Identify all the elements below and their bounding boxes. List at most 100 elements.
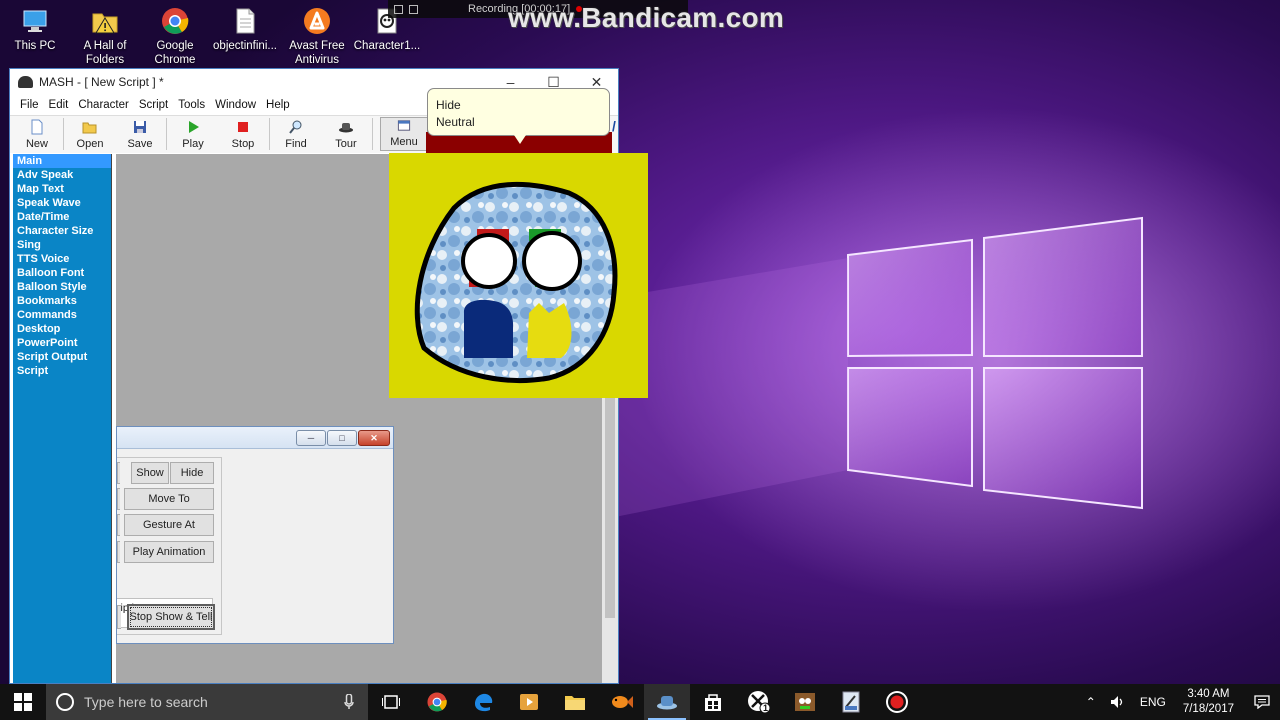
show-button[interactable]: Show <box>131 462 169 484</box>
menu-file[interactable]: File <box>15 99 44 111</box>
menu-button[interactable]: Menu <box>380 117 428 151</box>
menu-help[interactable]: Help <box>261 99 295 111</box>
volume-icon[interactable] <box>1103 695 1133 709</box>
dialog-titlebar[interactable]: ─ □ ✕ <box>117 427 393 449</box>
partial-button[interactable] <box>117 514 120 536</box>
desktop-icon-label: Avast Free Antivirus <box>289 40 345 66</box>
dialog-close-button[interactable]: ✕ <box>358 430 390 446</box>
partial-button[interactable] <box>117 605 121 629</box>
menu-window-icon <box>397 120 411 131</box>
taskbar-chrome[interactable] <box>414 684 460 720</box>
sidebar-item-commands[interactable]: Commands <box>13 308 111 322</box>
taskbar-store[interactable] <box>690 684 736 720</box>
play-button[interactable]: Play <box>168 116 218 152</box>
tour-hat-icon <box>339 123 353 133</box>
new-button[interactable]: New <box>12 116 62 152</box>
show-hidden-icons-button[interactable]: ⌃ <box>1079 695 1103 709</box>
avast-icon <box>304 8 330 34</box>
hide-button[interactable]: Hide <box>170 462 214 484</box>
sidebar-item-script-output[interactable]: Script Output <box>13 350 111 364</box>
sidebar-item-character-size[interactable]: Character Size <box>13 224 111 238</box>
save-label: Save <box>127 138 153 150</box>
taskbar-file-explorer[interactable] <box>552 684 598 720</box>
partial-button[interactable] <box>117 541 120 563</box>
partial-button[interactable] <box>117 488 120 510</box>
search-placeholder: Type here to search <box>84 694 208 710</box>
open-folder-icon <box>82 122 97 134</box>
task-view-icon <box>382 695 400 709</box>
sidebar-item-balloon-style[interactable]: Balloon Style <box>13 280 111 294</box>
taskbar: Type here to search 1 ⌃ ENG 3:40 AM 7/18… <box>0 684 1280 720</box>
desktop-icon-objectinfini[interactable]: objectinfini... <box>208 6 282 53</box>
desktop-icon-google-chrome[interactable]: Google Chrome <box>138 6 212 67</box>
desktop-icon-label: objectinfini... <box>213 40 277 52</box>
action-center-button[interactable] <box>1244 695 1280 709</box>
microphone-icon[interactable] <box>340 693 358 711</box>
sidebar-item-bookmarks[interactable]: Bookmarks <box>13 294 111 308</box>
sidebar-item-map-text[interactable]: Map Text <box>13 182 111 196</box>
taskbar-edge[interactable] <box>460 684 506 720</box>
store-bag-icon <box>705 694 721 711</box>
sidebar-item-tts-voice[interactable]: TTS Voice <box>13 252 111 266</box>
dialog-maximize-button[interactable]: □ <box>327 430 357 446</box>
desktop-icon-hall-of-folders[interactable]: A Hall of Folders <box>68 6 142 67</box>
partial-icon: / <box>612 118 616 134</box>
sidebar-item-speak-wave[interactable]: Speak Wave <box>13 196 111 210</box>
find-label: Find <box>285 138 307 150</box>
sidebar-item-main[interactable]: Main <box>13 154 111 168</box>
window-mode-icon[interactable] <box>394 4 403 14</box>
stop-show-tell-button[interactable]: Stop Show & Tell <box>127 604 215 630</box>
language-indicator[interactable]: ENG <box>1133 695 1173 709</box>
play-icon <box>189 121 199 133</box>
taskbar-fish-app[interactable] <box>598 684 644 720</box>
clock-date: 7/18/2017 <box>1182 703 1234 715</box>
stop-button[interactable]: Stop <box>218 116 268 152</box>
menu-label: Menu <box>390 136 418 148</box>
menu-tools[interactable]: Tools <box>173 99 210 111</box>
clock[interactable]: 3:40 AM 7/18/2017 <box>1173 687 1244 717</box>
taskbar-xbox[interactable]: 1 <box>736 684 782 720</box>
desktop-icon-avast[interactable]: Avast Free Antivirus <box>280 6 354 67</box>
sidebar-item-balloon-font[interactable]: Balloon Font <box>13 266 111 280</box>
clock-time: 3:40 AM <box>1187 688 1230 700</box>
taskbar-character-app[interactable] <box>782 684 828 720</box>
tour-label: Tour <box>335 138 357 150</box>
dialog-minimize-button[interactable]: ─ <box>296 430 326 446</box>
new-file-icon <box>31 119 43 135</box>
task-view-button[interactable] <box>368 684 414 720</box>
menu-character[interactable]: Character <box>73 99 134 111</box>
find-button[interactable]: Find <box>271 116 321 152</box>
editor-app-icon <box>842 691 860 713</box>
taskbar-mash[interactable] <box>644 684 690 720</box>
start-button[interactable] <box>0 684 46 720</box>
taskbar-media-player[interactable] <box>506 684 552 720</box>
agent-character[interactable] <box>389 153 648 398</box>
menu-script[interactable]: Script <box>134 99 173 111</box>
menu-window[interactable]: Window <box>210 99 261 111</box>
save-button[interactable]: Save <box>115 116 165 152</box>
save-disk-icon <box>134 121 146 133</box>
sidebar-item-script[interactable]: Script <box>13 364 111 378</box>
desktop-icon-this-pc[interactable]: This PC <box>0 6 72 53</box>
gesture-at-button[interactable]: Gesture At <box>124 514 214 536</box>
partial-button[interactable] <box>117 462 120 484</box>
taskbar-editor-app[interactable] <box>828 684 874 720</box>
desktop-icon-label: A Hall of Folders <box>83 40 127 66</box>
tour-button[interactable]: Tour <box>321 116 371 152</box>
balloon-line-1: Hide <box>436 98 461 112</box>
menu-edit[interactable]: Edit <box>44 99 74 111</box>
media-player-icon <box>520 694 538 710</box>
sidebar-item-sing[interactable]: Sing <box>13 238 111 252</box>
fullscreen-mode-icon[interactable] <box>409 4 418 14</box>
play-animation-button[interactable]: Play Animation <box>124 541 214 563</box>
open-button[interactable]: Open <box>65 116 115 152</box>
sidebar-item-powerpoint[interactable]: PowerPoint <box>13 336 111 350</box>
taskbar-bandicam[interactable] <box>874 684 920 720</box>
sidebar-item-adv-speak[interactable]: Adv Speak <box>13 168 111 182</box>
ball-character-drawing <box>414 181 618 383</box>
show-tell-dialog: ─ □ ✕ Show Hide Move To Gesture At Play … <box>116 426 394 644</box>
sidebar-item-date-time[interactable]: Date/Time <box>13 210 111 224</box>
search-box[interactable]: Type here to search <box>46 684 368 720</box>
move-to-button[interactable]: Move To <box>124 488 214 510</box>
sidebar-item-desktop[interactable]: Desktop <box>13 322 111 336</box>
